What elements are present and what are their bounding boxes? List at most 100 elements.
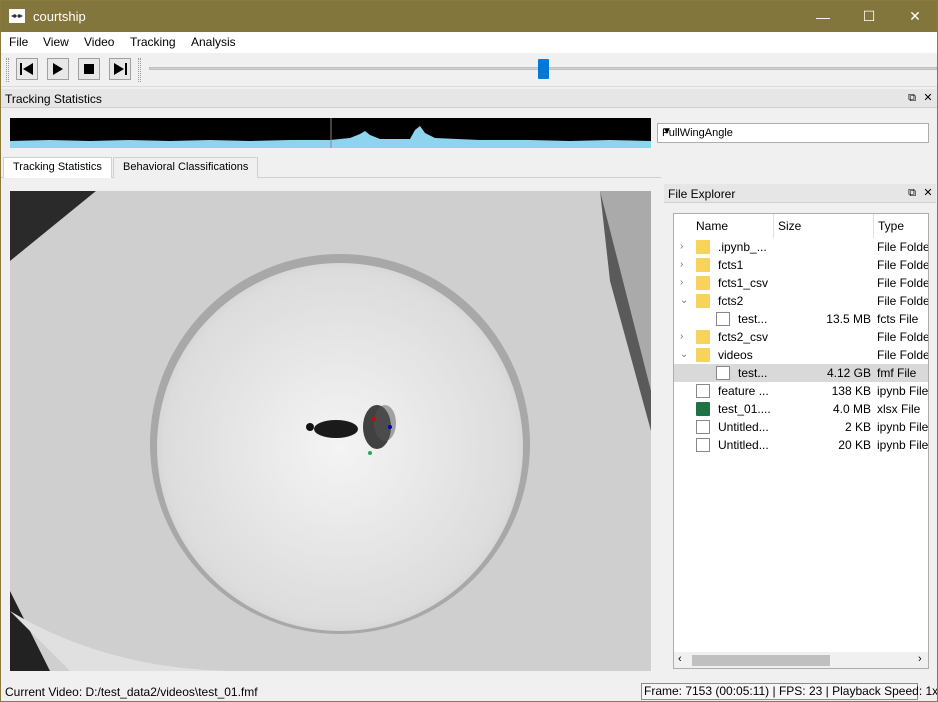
file-icon <box>716 366 730 380</box>
file-tree-row[interactable]: Untitled... 20 KB ipynb File <box>674 436 928 454</box>
close-button[interactable]: ✕ <box>892 1 937 32</box>
title-bar[interactable]: courtship — ☐ ✕ <box>1 1 937 32</box>
file-type: ipynb File <box>877 384 929 398</box>
stop-icon <box>84 64 94 74</box>
file-tree-row[interactable]: ⌄ videos File Folde <box>674 346 929 364</box>
tab-bar: Tracking Statistics Behavioral Classific… <box>1 157 661 178</box>
dock-title: Tracking Statistics <box>5 92 102 106</box>
expand-down-icon[interactable]: ⌄ <box>680 292 688 310</box>
horizontal-scrollbar[interactable]: ‹ › <box>674 652 928 668</box>
file-tree[interactable]: Name Size Type › .ipynb_... File Folde › fct… <box>673 213 929 669</box>
file-name: .ipynb_... <box>718 240 767 254</box>
file-icon <box>696 384 710 398</box>
file-tree-row[interactable]: test... 13.5 MB fcts File <box>674 310 928 328</box>
maximize-button[interactable]: ☐ <box>846 1 892 32</box>
column-header-size[interactable]: Size <box>774 214 874 238</box>
file-tree-row[interactable]: › fcts1 File Folde <box>674 256 928 274</box>
metric-dropdown[interactable]: FullWingAngle ▼ <box>657 123 929 143</box>
column-header-name[interactable]: Name <box>674 214 774 238</box>
file-tree-row[interactable]: › .ipynb_... File Folde <box>674 238 929 256</box>
status-bar: Current Video: D:/test_data2/videos\test… <box>1 681 937 701</box>
file-icon <box>696 438 710 452</box>
folder-icon <box>696 240 710 254</box>
application-window: courtship — ☐ ✕ File View Video Tracking… <box>0 0 938 702</box>
file-type: File Folde <box>877 294 929 308</box>
chevron-down-icon: ▼ <box>662 126 672 137</box>
file-size: 4.12 GB <box>826 366 871 380</box>
folder-icon <box>696 294 710 308</box>
file-type: xlsx File <box>877 402 921 416</box>
window-title: courtship <box>33 9 86 24</box>
file-tree-row[interactable]: Untitled... 2 KB ipynb File <box>674 418 929 436</box>
close-icon: ✕ <box>909 8 921 24</box>
folder-icon <box>696 330 710 344</box>
file-explorer-dock-header[interactable]: File Explorer ⧉ ✕ <box>664 184 936 203</box>
file-name: fcts2_csv <box>718 330 769 344</box>
menu-tracking[interactable]: Tracking <box>130 35 176 49</box>
previous-frame-button[interactable] <box>16 58 38 80</box>
float-icon[interactable]: ⧉ <box>906 92 918 104</box>
file-tree-row[interactable]: › fcts1_csv File Folde <box>674 274 929 292</box>
minimize-button[interactable]: — <box>800 1 846 32</box>
file-name: fcts1 <box>718 258 744 272</box>
file-type: File Folde <box>877 330 929 344</box>
scroll-left-icon[interactable]: ‹ <box>678 653 682 665</box>
file-type: ipynb File <box>877 420 929 434</box>
menu-bar: File View Video Tracking Analysis <box>1 32 937 53</box>
scrollbar-thumb[interactable] <box>692 655 830 666</box>
file-name: Untitled... <box>718 420 769 434</box>
expand-right-icon[interactable]: › <box>680 274 683 292</box>
column-header-type[interactable]: Type <box>874 214 928 238</box>
file-name: fcts1_csv <box>718 276 769 290</box>
file-type: File Folde <box>877 240 929 254</box>
folder-icon <box>696 258 710 272</box>
close-dock-icon[interactable]: ✕ <box>922 187 934 199</box>
file-tree-row[interactable]: › fcts2_csv File Folde <box>674 328 929 346</box>
play-button[interactable] <box>47 58 69 80</box>
expand-right-icon[interactable]: › <box>680 238 683 256</box>
expand-right-icon[interactable]: › <box>680 328 683 346</box>
frame-info-label: Frame: 7153 (00:05:11) | FPS: 23 | Playb… <box>641 683 937 700</box>
scroll-right-icon[interactable]: › <box>918 653 922 665</box>
file-tree-row[interactable]: ⌄ fcts2 File Folde <box>674 292 929 310</box>
file-type: File Folde <box>877 348 929 362</box>
file-icon <box>716 312 730 326</box>
app-fly-icon <box>9 9 25 23</box>
excel-file-icon <box>696 402 710 416</box>
file-type: File Folde <box>877 276 929 290</box>
file-tree-row[interactable]: feature ... 138 KB ipynb File <box>674 382 929 400</box>
file-name: test_01.... <box>718 402 771 416</box>
menu-file[interactable]: File <box>9 35 28 49</box>
file-tree-row[interactable]: test... 4.12 GB fmf File <box>674 364 928 382</box>
file-type: fmf File <box>877 366 917 380</box>
file-explorer-title: File Explorer <box>668 187 736 201</box>
file-name: test... <box>738 312 768 326</box>
stop-button[interactable] <box>78 58 100 80</box>
file-name: test... <box>738 366 768 380</box>
close-dock-icon[interactable]: ✕ <box>922 92 934 104</box>
tab-behavioral-classifications[interactable]: Behavioral Classifications <box>113 157 259 178</box>
tracking-statistics-dock-header[interactable]: Tracking Statistics ⧉ ✕ <box>1 89 937 108</box>
file-tree-row[interactable]: test_01.... 4.0 MB xlsx File <box>674 400 928 418</box>
next-frame-button[interactable] <box>109 58 131 80</box>
file-size: 2 KB <box>844 420 871 434</box>
skip-forward-icon <box>114 63 127 75</box>
toolbar-grip[interactable] <box>6 58 9 82</box>
frame-slider-handle[interactable] <box>538 59 549 79</box>
maximize-icon: ☐ <box>862 8 876 24</box>
expand-down-icon[interactable]: ⌄ <box>680 346 688 364</box>
menu-video[interactable]: Video <box>84 35 114 49</box>
float-icon[interactable]: ⧉ <box>906 187 918 199</box>
menu-view[interactable]: View <box>43 35 69 49</box>
playback-toolbar <box>1 53 937 87</box>
file-size: 13.5 MB <box>826 312 871 326</box>
expand-right-icon[interactable]: › <box>680 256 683 274</box>
tracking-stats-plot[interactable] <box>10 118 651 148</box>
file-size: 20 KB <box>838 438 871 452</box>
menu-analysis[interactable]: Analysis <box>191 35 236 49</box>
minimize-icon: — <box>816 8 830 25</box>
toolbar-grip-2[interactable] <box>138 58 141 82</box>
tab-tracking-statistics[interactable]: Tracking Statistics <box>3 157 112 178</box>
current-video-label: Current Video: D:/test_data2/videos\test… <box>5 685 258 699</box>
video-frame[interactable] <box>10 191 651 671</box>
